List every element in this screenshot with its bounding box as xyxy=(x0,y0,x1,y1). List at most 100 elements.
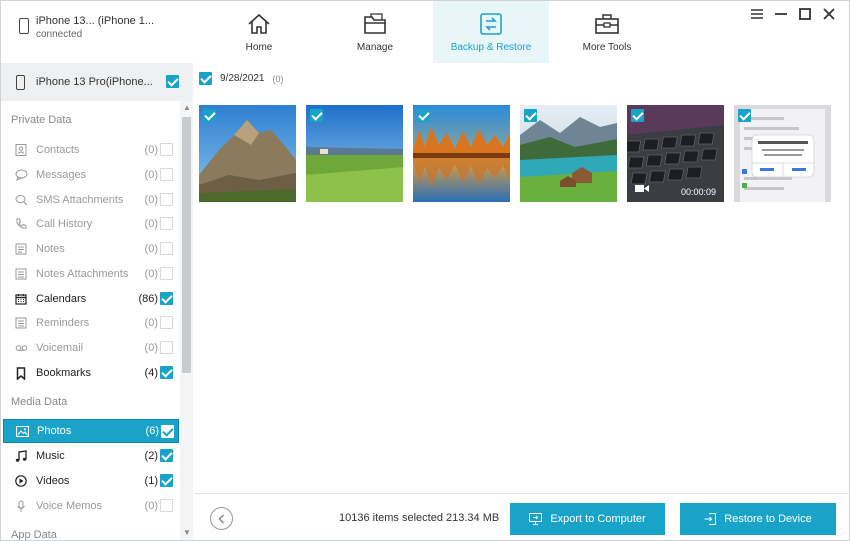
thumbnail-checkbox[interactable] xyxy=(417,109,430,122)
main-content: 9/28/2021 (0) 00:00:09 xyxy=(194,63,849,493)
scrollbar-thumb[interactable] xyxy=(182,117,191,373)
contacts-icon xyxy=(14,143,28,157)
scroll-up-icon[interactable]: ▲ xyxy=(183,104,191,112)
tab-more-tools-label: More Tools xyxy=(582,42,632,53)
restore-to-device-button[interactable]: Restore to Device xyxy=(680,503,836,535)
footer-bar: 10136 items selected 213.34 MB Export to… xyxy=(194,493,849,540)
sidebar-item-label: Videos xyxy=(36,475,70,487)
sidebar-item-checkbox[interactable] xyxy=(160,449,173,462)
sidebar-item-checkbox[interactable] xyxy=(160,267,173,280)
notes-attachment-icon xyxy=(14,267,28,281)
close-icon[interactable] xyxy=(817,5,841,23)
sidebar-item-sms-attachments[interactable]: SMS Attachments (0) xyxy=(3,188,179,212)
phone-icon xyxy=(16,74,25,90)
sidebar-item-count: (6) xyxy=(145,425,159,437)
sidebar-item-count: (0) xyxy=(144,317,158,329)
section-title-media-data: Media Data xyxy=(11,396,68,408)
sidebar-item-checkbox[interactable] xyxy=(160,474,173,487)
thumbnail-checkbox[interactable] xyxy=(738,109,751,122)
sidebar-item-label: Call History xyxy=(36,218,93,230)
sidebar-scrollbar[interactable]: ▲ ▼ xyxy=(180,101,193,540)
sidebar-item-checkbox[interactable] xyxy=(160,292,173,305)
sidebar-item-label: Calendars xyxy=(36,293,87,305)
thumbnail-checkbox[interactable] xyxy=(524,109,537,122)
thumbnail-checkbox[interactable] xyxy=(631,109,644,122)
sidebar-item-music[interactable]: Music (2) xyxy=(3,444,179,468)
device-checkbox[interactable] xyxy=(166,75,179,88)
photo-thumbnail[interactable] xyxy=(306,105,403,202)
header: iPhone 13... (iPhone 1... connected Home… xyxy=(1,1,849,63)
sidebar-item-label: Voicemail xyxy=(36,342,84,354)
main-nav: Home Manage Backup & Restore More Tools xyxy=(201,1,665,63)
sidebar-item-messages[interactable]: Messages (0) xyxy=(3,163,179,187)
back-button[interactable] xyxy=(210,507,233,530)
sidebar-item-checkbox[interactable] xyxy=(160,341,173,354)
sidebar-item-call-history[interactable]: Call History (0) xyxy=(3,212,179,236)
device-name: iPhone 13... (iPhone 1... xyxy=(36,15,155,27)
maximize-icon[interactable] xyxy=(793,5,817,23)
voicemail-icon xyxy=(14,341,28,355)
minimize-icon[interactable] xyxy=(769,5,793,23)
sidebar-item-label: Notes Attachments xyxy=(36,268,129,280)
sidebar-item-notes[interactable]: Notes (0) xyxy=(3,237,179,261)
sidebar-item-bookmarks[interactable]: Bookmarks (4) xyxy=(3,361,179,385)
sidebar-item-checkbox[interactable] xyxy=(160,143,173,156)
photo-thumbnail[interactable] xyxy=(199,105,296,202)
sidebar-item-checkbox[interactable] xyxy=(160,217,173,230)
tab-more-tools[interactable]: More Tools xyxy=(549,1,665,63)
sidebar-item-checkbox[interactable] xyxy=(160,316,173,329)
calendar-icon xyxy=(14,292,28,306)
sidebar-item-label: Notes xyxy=(36,243,65,255)
date-group-header: 9/28/2021 (0) xyxy=(199,72,284,85)
tab-manage[interactable]: Manage xyxy=(317,1,433,63)
photo-thumbnail[interactable] xyxy=(520,105,617,202)
sidebar-item-videos[interactable]: Videos (1) xyxy=(3,469,179,493)
thumbnail-checkbox[interactable] xyxy=(203,109,216,122)
sidebar-item-contacts[interactable]: Contacts (0) xyxy=(3,138,179,162)
section-title-app-data: App Data xyxy=(11,529,57,540)
sidebar-item-label: Photos xyxy=(37,425,72,437)
sidebar-item-checkbox[interactable] xyxy=(160,366,173,379)
tab-manage-label: Manage xyxy=(356,42,394,53)
sidebar-item-checkbox[interactable] xyxy=(160,242,173,255)
sidebar-item-voice-memos[interactable]: Voice Memos (0) xyxy=(3,494,179,518)
menu-icon[interactable] xyxy=(745,5,769,23)
sidebar-item-count: (0) xyxy=(144,169,158,181)
thumbnail-checkbox[interactable] xyxy=(310,109,323,122)
sidebar-item-label: Reminders xyxy=(36,317,90,329)
device-selector[interactable]: iPhone 13 Pro(iPhone... xyxy=(1,63,193,101)
sidebar-item-voicemail[interactable]: Voicemail (0) xyxy=(3,336,179,360)
photo-thumbnail[interactable] xyxy=(413,105,510,202)
sidebar-item-count: (86) xyxy=(138,293,158,305)
sidebar-item-count: (4) xyxy=(144,367,158,379)
scroll-down-icon[interactable]: ▼ xyxy=(183,529,191,537)
tab-home-label: Home xyxy=(245,42,273,53)
date-group-date: 9/28/2021 xyxy=(220,73,265,84)
photo-thumbnail[interactable] xyxy=(734,105,831,202)
tab-home[interactable]: Home xyxy=(201,1,317,63)
section-title-private-data: Private Data xyxy=(11,114,72,126)
export-to-computer-button[interactable]: Export to Computer xyxy=(510,503,665,535)
sidebar-item-reminders[interactable]: Reminders (0) xyxy=(3,311,179,335)
sidebar-item-photos[interactable]: Photos (6) xyxy=(3,419,179,443)
export-computer-icon xyxy=(529,513,543,525)
sidebar-item-count: (1) xyxy=(144,475,158,487)
video-thumbnail[interactable]: 00:00:09 xyxy=(627,105,724,202)
reminders-icon xyxy=(14,316,28,330)
phone-icon xyxy=(19,18,29,34)
export-button-label: Export to Computer xyxy=(550,513,646,525)
sidebar-item-count: (0) xyxy=(144,268,158,280)
sidebar-item-checkbox[interactable] xyxy=(160,499,173,512)
sidebar-item-checkbox[interactable] xyxy=(160,193,173,206)
sidebar-item-label: Messages xyxy=(36,169,87,181)
tab-backup-restore[interactable]: Backup & Restore xyxy=(433,1,549,63)
sidebar-item-notes-attachments[interactable]: Notes Attachments (0) xyxy=(3,262,179,286)
sidebar-item-calendars[interactable]: Calendars (86) xyxy=(3,287,179,311)
sidebar-item-count: (0) xyxy=(144,243,158,255)
photo-icon xyxy=(15,424,29,438)
date-group-checkbox[interactable] xyxy=(199,72,212,85)
sidebar-item-checkbox[interactable] xyxy=(160,168,173,181)
sidebar-item-checkbox[interactable] xyxy=(161,425,174,438)
video-camera-icon xyxy=(635,184,649,196)
sidebar-item-label: Voice Memos xyxy=(36,500,103,512)
